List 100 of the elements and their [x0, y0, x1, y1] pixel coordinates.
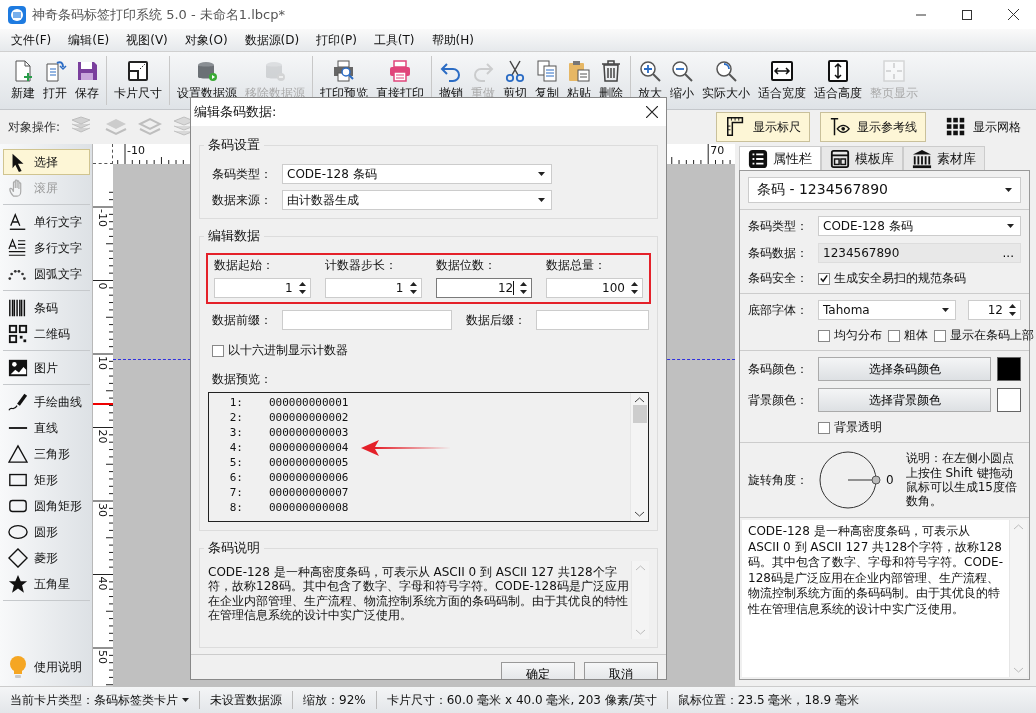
preview-value: 000000000008	[269, 501, 349, 514]
panel-tab[interactable]: 属性栏	[739, 146, 821, 170]
grid-icon	[945, 116, 967, 138]
tool-button[interactable]: 二维码	[3, 321, 90, 347]
field-label: 条码类型：	[211, 165, 273, 183]
suffix-field[interactable]	[536, 310, 649, 330]
tool-button[interactable]: 多行文字	[3, 235, 90, 261]
layout-icon	[830, 148, 850, 169]
tool-button[interactable]: 条码	[3, 295, 90, 321]
card-type-dropdown[interactable]: 当前卡片类型：条码标签类卡片	[0, 691, 200, 709]
actual-size-button[interactable]: 实际大小	[698, 56, 754, 105]
close-icon[interactable]	[646, 106, 658, 118]
ruler-label: 30	[96, 503, 109, 517]
number-spinner[interactable]: 1	[214, 278, 311, 298]
tool-button[interactable]: 手绘曲线	[3, 389, 90, 415]
rotation-dial[interactable]	[818, 449, 882, 511]
clipboard-icon	[567, 59, 591, 83]
field-label: 数据位数：	[435, 257, 497, 274]
checkbox-label: 生成安全易扫的规范条码	[834, 270, 966, 287]
fit-width-button[interactable]: 适合宽度	[754, 56, 810, 105]
new-button[interactable]: 新建	[7, 56, 39, 105]
field-label: 旋转角度：	[748, 471, 809, 489]
qr-code-icon	[8, 324, 28, 344]
field-label: 背景颜色：	[748, 391, 809, 409]
checkbox[interactable]	[818, 272, 830, 285]
menu-item[interactable]: 打印(P)	[307, 31, 365, 49]
barcode-data-field[interactable]: 1234567890 ...	[818, 243, 1021, 263]
checkbox[interactable]	[212, 344, 224, 357]
prefix-field[interactable]	[282, 310, 452, 330]
tool-button[interactable]: 菱形	[3, 545, 90, 571]
close-icon	[1007, 9, 1019, 20]
object-select[interactable]: 条码 - 1234567890	[748, 177, 1021, 203]
choose-color-button[interactable]: 选择背景颜色	[818, 388, 991, 412]
checkbox-label: 显示在条码上部	[950, 327, 1034, 344]
dropdown-arrow-icon	[942, 308, 949, 312]
menu-item[interactable]: 视图(V)	[117, 31, 176, 49]
save-button[interactable]: 保存	[71, 56, 103, 105]
help-button[interactable]: 使用说明	[3, 654, 90, 680]
barcode-type-select[interactable]: CODE-128 条码	[818, 216, 1021, 236]
text-cursor	[513, 281, 515, 295]
copy-icon	[535, 59, 559, 83]
toggle-button[interactable]: 显示网格	[936, 112, 1030, 142]
font-size-spinner[interactable]: 12	[968, 300, 1021, 320]
field-label: 数据预览：	[212, 371, 272, 388]
description-text: CODE-128 是一种高密度条码，可表示从 ASCII 0 到 ASCII 127 共128个字符，故称128码。其中包含了数字、字母和符号字符。CODE-128码是广泛应用在企业内部管理、生产流程、物流控制系统方面的条码码制。由于其优良的特性在管理信息系统的设计中实广泛使用。	[747, 523, 1004, 618]
row-number: 6:	[228, 471, 243, 484]
ruler-label: 70	[710, 144, 725, 157]
tool-button[interactable]: 圆弧文字	[3, 261, 90, 287]
dropdown-field[interactable]: 由计数器生成	[282, 190, 552, 210]
tool-button[interactable]: 圆形	[3, 519, 90, 545]
checkbox[interactable]	[818, 421, 830, 434]
font-select[interactable]: Tahoma	[818, 300, 956, 320]
menu-item[interactable]: 数据源(D)	[235, 31, 308, 49]
scroll-down-icon[interactable]	[635, 511, 644, 517]
checkbox[interactable]	[934, 329, 946, 342]
checkbox[interactable]	[888, 329, 900, 342]
ruler-label: 0	[96, 282, 109, 290]
tool-button[interactable]: 五角星	[3, 571, 90, 597]
open-button[interactable]: 打开	[39, 56, 71, 105]
zoom-out-button[interactable]: 缩小	[666, 56, 698, 105]
tool-button[interactable]: 图片	[3, 355, 90, 381]
checkbox-label: 粗体	[904, 327, 928, 344]
number-spinner[interactable]: 100	[546, 278, 643, 298]
toggle-button[interactable]: 显示参考线	[820, 112, 926, 142]
toggle-button[interactable]: 显示标尺	[716, 112, 810, 142]
preview-value: 000000000005	[269, 456, 349, 469]
tool-button[interactable]: 三角形	[3, 441, 90, 467]
dialog-button[interactable]: 确定	[501, 661, 575, 679]
menu-item[interactable]: 对象(O)	[175, 31, 236, 49]
angle-value: 0	[886, 473, 894, 487]
dropdown-arrow-icon	[538, 172, 545, 176]
star-icon	[8, 574, 28, 594]
open-file-icon	[43, 59, 67, 83]
scroll-thumb[interactable]	[632, 405, 647, 423]
tool-button[interactable]: 单行文字	[3, 209, 90, 235]
browse-button[interactable]: ...	[1002, 246, 1014, 260]
menu-item[interactable]: 文件(F)	[2, 31, 60, 49]
card-size-button[interactable]: 卡片尺寸	[110, 56, 166, 105]
choose-color-button[interactable]: 选择条码颜色	[818, 357, 991, 381]
scrollbar[interactable]	[630, 393, 648, 521]
tool-button[interactable]: 直线	[3, 415, 90, 441]
card-size-icon	[126, 59, 150, 83]
menu-item[interactable]: 编辑(E)	[59, 31, 118, 49]
menu-item[interactable]: 工具(T)	[364, 31, 423, 49]
tool-button[interactable]: 矩形	[3, 467, 90, 493]
scroll-up-icon[interactable]	[635, 397, 644, 403]
checkbox[interactable]	[818, 329, 830, 342]
number-spinner[interactable]: 1	[324, 278, 422, 298]
menu-item[interactable]: 帮助(H)	[422, 31, 482, 49]
fit-height-button[interactable]: 适合高度	[810, 56, 866, 105]
panel-tab[interactable]: 模板库	[821, 146, 903, 170]
zoom-out-icon	[670, 59, 694, 83]
printer-icon	[388, 59, 412, 83]
number-spinner[interactable]: 12	[435, 278, 533, 298]
tool-button[interactable]: 选择	[3, 149, 90, 175]
dialog-button[interactable]: 取消	[584, 661, 658, 679]
eye-guide-icon	[829, 116, 851, 138]
panel-tab[interactable]: 素材库	[903, 146, 985, 170]
tool-button[interactable]: 圆角矩形	[3, 493, 90, 519]
dropdown-field[interactable]: CODE-128 条码	[282, 164, 552, 184]
